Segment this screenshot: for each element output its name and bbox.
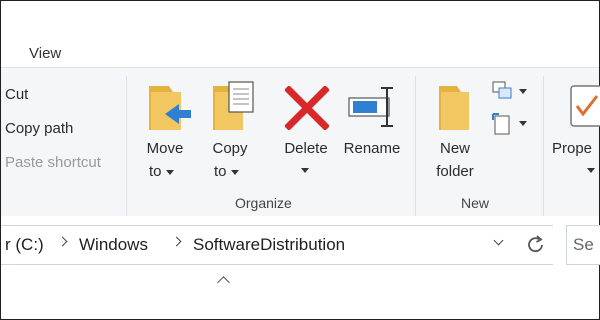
breadcrumb-drive[interactable]: r (C:) <box>5 235 44 255</box>
dropdown-caret-icon <box>519 89 527 94</box>
breadcrumb-windows[interactable]: Windows <box>79 235 148 255</box>
new-item-icon <box>492 81 512 99</box>
address-history-chevron-icon[interactable] <box>493 235 504 246</box>
properties-icon <box>570 85 600 127</box>
ribbon-separator <box>415 76 416 216</box>
breadcrumb-chevron-icon[interactable] <box>171 236 182 247</box>
ribbon-tab-bar: View <box>1 1 599 67</box>
ribbon: Cut Copy path Paste shortcut Move to Cop… <box>1 67 600 216</box>
new-folder-label-line1: New <box>439 140 470 157</box>
new-folder-label-line2: folder <box>436 163 474 180</box>
folder-move-icon <box>149 86 191 130</box>
cut-button[interactable]: Cut <box>5 86 28 103</box>
rename-label: Rename <box>343 140 401 157</box>
refresh-icon[interactable] <box>525 234 547 256</box>
dropdown-caret-icon <box>519 121 527 126</box>
paste-shortcut-button[interactable]: Paste shortcut <box>5 154 101 171</box>
dropdown-caret-icon <box>301 168 309 173</box>
ribbon-separator <box>543 76 544 216</box>
copy-path-button[interactable]: Copy path <box>5 120 73 137</box>
address-bar[interactable]: r (C:) Windows SoftwareDistribution <box>1 225 553 265</box>
rename-icon <box>348 87 393 127</box>
search-placeholder: Se <box>573 235 594 254</box>
breadcrumb-softwaredistribution[interactable]: SoftwareDistribution <box>193 235 345 255</box>
delete-label: Delete <box>284 140 328 157</box>
copy-to-label-line1: Copy <box>212 140 248 157</box>
organize-group-label: Organize <box>235 195 292 211</box>
dropdown-caret-icon <box>587 168 595 173</box>
easy-access-icon <box>492 113 510 135</box>
dropdown-caret-icon <box>165 169 174 175</box>
folder-copy-icon <box>213 81 254 130</box>
copy-to-label-line2: to <box>214 163 239 180</box>
move-to-label-line1: Move <box>146 140 184 157</box>
dropdown-caret-icon <box>230 169 239 175</box>
tab-view[interactable]: View <box>29 45 61 62</box>
ribbon-separator <box>126 76 127 216</box>
move-to-label-text: to <box>149 163 162 180</box>
properties-label: Prope <box>552 140 593 157</box>
new-group-label: New <box>461 195 490 211</box>
move-to-label-line2: to <box>149 163 174 180</box>
delete-x-icon <box>285 86 329 130</box>
search-box[interactable]: Se <box>566 225 600 265</box>
new-folder-icon <box>439 86 469 130</box>
copy-to-label-text: to <box>214 163 227 180</box>
breadcrumb-chevron-icon[interactable] <box>57 236 68 247</box>
